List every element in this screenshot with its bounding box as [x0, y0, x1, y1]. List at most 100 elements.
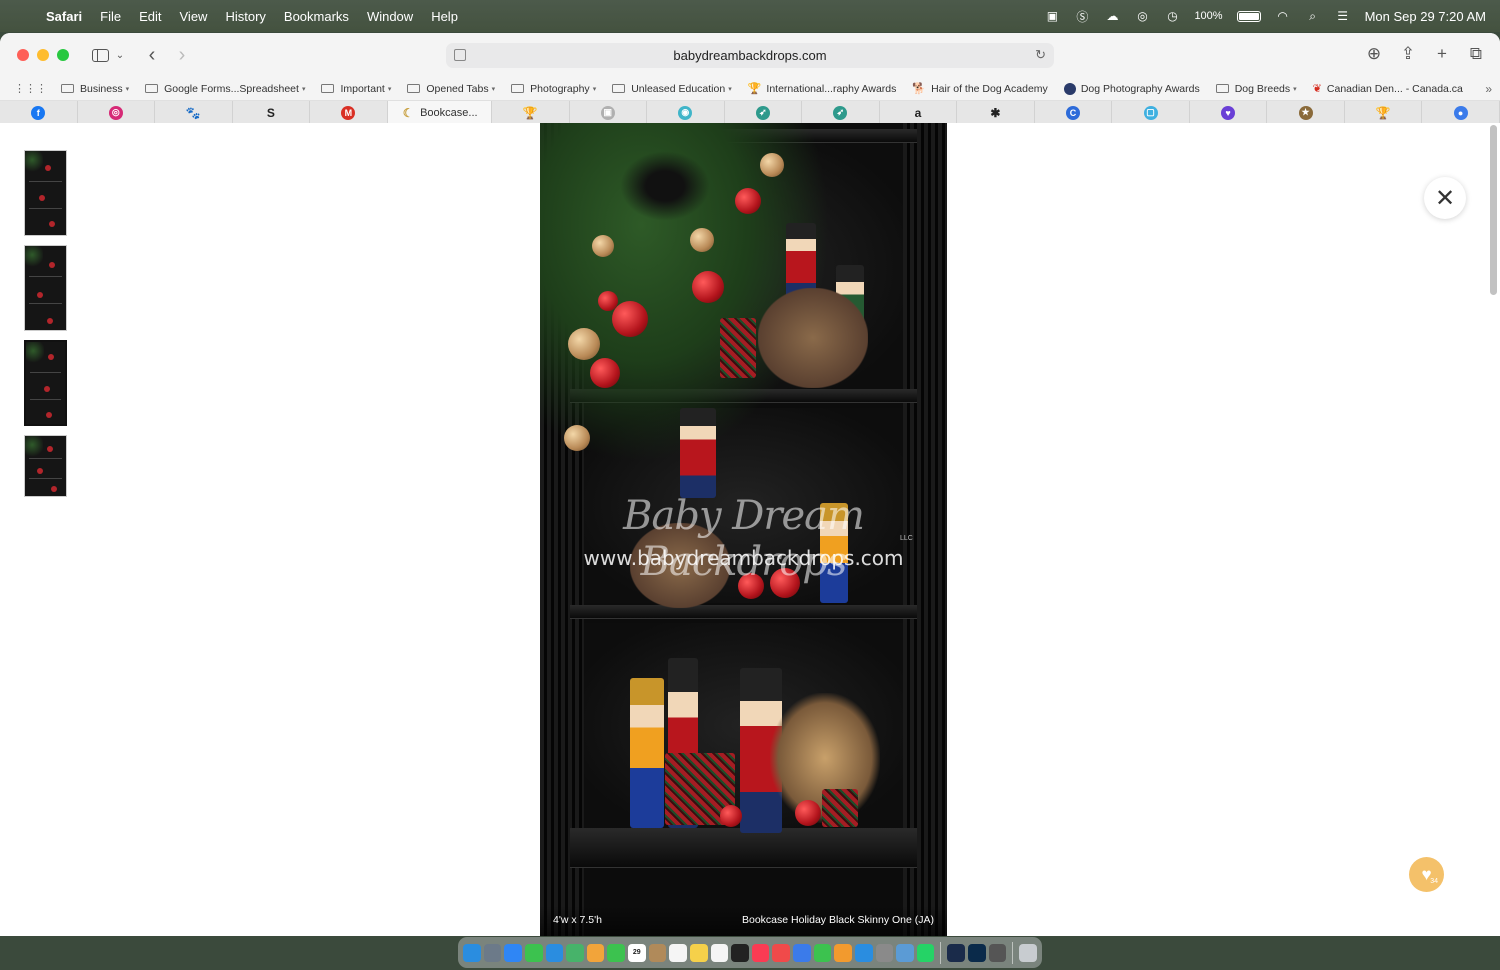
dock-lightroom-classic-icon[interactable] [947, 943, 965, 962]
menu-bookmarks[interactable]: Bookmarks [275, 9, 358, 24]
dock-photoshop-icon[interactable] [967, 943, 986, 962]
dock-calendar-icon[interactable]: 29 [628, 943, 646, 962]
dock-calculator-icon[interactable] [988, 943, 1007, 962]
tab-1[interactable]: f [0, 101, 78, 124]
product-thumbnail-1[interactable] [24, 150, 67, 236]
bookmark-folder-important[interactable]: Important ▾ [321, 83, 391, 95]
tab-group-chevron-down-icon[interactable]: ⌄ [113, 42, 127, 68]
dock-system-settings-icon[interactable] [875, 943, 894, 962]
creative-cloud-icon[interactable]: ☁ [1104, 8, 1120, 24]
dock-app-store-icon[interactable] [854, 943, 873, 962]
dock-news-icon[interactable] [772, 943, 790, 962]
close-window-button[interactable] [17, 49, 29, 61]
menu-history[interactable]: History [216, 9, 274, 24]
product-thumbnail-4[interactable] [24, 435, 67, 497]
tab-11[interactable]: ➶ [802, 101, 880, 124]
bluesky-icon: ● [1453, 105, 1468, 120]
dock-freeform-icon[interactable] [710, 943, 729, 962]
dock-finder-icon[interactable] [463, 943, 481, 962]
menu-help[interactable]: Help [422, 9, 467, 24]
dock-tv-icon[interactable] [731, 943, 749, 962]
page-scrollbar[interactable] [1490, 125, 1497, 295]
product-thumbnail-3-selected[interactable] [23, 339, 68, 427]
time-machine-icon[interactable]: ◷ [1164, 8, 1180, 24]
reload-icon[interactable]: ↻ [1035, 47, 1046, 63]
bookmark-folder-unleased-education[interactable]: Unleased Education ▾ [612, 83, 732, 95]
menu-window[interactable]: Window [358, 9, 422, 24]
menubar-clock[interactable]: Mon Sep 29 7:20 AM [1365, 9, 1486, 24]
bookmark-folder-dog-breeds[interactable]: Dog Breeds ▾ [1215, 83, 1297, 95]
control-center-icon[interactable]: ☰ [1335, 8, 1351, 24]
close-lightbox-button[interactable]: ✕ [1424, 177, 1466, 219]
tab-16[interactable]: ♥ [1190, 101, 1268, 124]
spotlight-search-icon[interactable]: ⌕ [1305, 8, 1321, 24]
sidebar-toggle-button[interactable] [87, 42, 113, 68]
b-app-icon[interactable]: ▣ [1044, 8, 1060, 24]
tab-active[interactable]: ☾ Bookcase... [387, 101, 492, 124]
dock-safari-icon[interactable] [504, 943, 522, 962]
tab-8[interactable]: ▣ [570, 101, 648, 124]
tab-12[interactable]: a [880, 101, 958, 124]
tab-17[interactable]: ★ [1267, 101, 1345, 124]
downloads-button[interactable]: ⊕ [1364, 42, 1384, 66]
wifi-icon[interactable]: ◠ [1275, 8, 1291, 24]
menu-edit[interactable]: Edit [130, 9, 170, 24]
bookmark-hair-of-the-dog[interactable]: 🐕 Hair of the Dog Academy [912, 82, 1047, 96]
dock-photos-icon[interactable] [586, 943, 605, 962]
menu-app-name[interactable]: Safari [46, 9, 91, 24]
dock-pages-icon[interactable] [834, 943, 852, 962]
battery-icon[interactable] [1236, 10, 1261, 22]
tab-2[interactable]: ◎ [78, 101, 156, 124]
tab-15[interactable]: ▢ [1112, 101, 1190, 124]
bookmark-international-awards[interactable]: 🏆 International...raphy Awards [748, 82, 897, 96]
s-app-icon[interactable]: Ⓢ [1074, 8, 1090, 24]
bookmark-canada-ca[interactable]: ❦ Canadian Den... - Canada.ca [1313, 82, 1463, 96]
tab-9[interactable]: ◉ [647, 101, 725, 124]
forward-button[interactable]: › [169, 42, 195, 68]
tab-7[interactable]: 🏆 [492, 101, 570, 124]
dock-preview-icon[interactable] [896, 943, 914, 962]
wishlist-button[interactable]: ♥ 34 [1409, 857, 1444, 892]
tab-4[interactable]: S [233, 101, 311, 124]
bookmark-dog-photography-awards[interactable]: Dog Photography Awards [1063, 82, 1200, 95]
tab-18[interactable]: 🏆 [1345, 101, 1423, 124]
tab-5[interactable]: M [310, 101, 388, 124]
bookmark-folder-business[interactable]: Business ▾ [61, 83, 129, 95]
dock-reminders-icon[interactable] [669, 943, 687, 962]
back-button[interactable]: ‹ [139, 42, 165, 68]
new-tab-button[interactable]: + [1432, 42, 1452, 66]
dock-launchpad-icon[interactable] [483, 943, 502, 962]
dock-maps-icon[interactable] [566, 943, 584, 962]
bookmark-folder-photography[interactable]: Photography ▾ [511, 83, 596, 95]
zoom-window-button[interactable] [57, 49, 69, 61]
share-button[interactable]: ⇪ [1398, 42, 1418, 66]
tab-14[interactable]: C [1035, 101, 1113, 124]
bookmark-folder-opened-tabs[interactable]: Opened Tabs ▾ [407, 83, 495, 95]
dock-numbers-icon[interactable] [813, 943, 832, 962]
dock-facetime-icon[interactable] [607, 943, 625, 962]
tab-3[interactable]: 🐾 [155, 101, 233, 124]
show-all-bookmarks-icon[interactable]: ⋮⋮⋮ [14, 82, 47, 95]
page-menu-icon[interactable] [454, 49, 466, 61]
chevron-down-icon: ▾ [728, 85, 732, 93]
more-bookmarks-chevron-icon[interactable]: » [1485, 82, 1492, 96]
menu-view[interactable]: View [171, 9, 217, 24]
dock-trash-icon[interactable] [1019, 943, 1037, 962]
bookmark-folder-google-forms[interactable]: Google Forms...Spreadsheet ▾ [145, 83, 305, 95]
menu-file[interactable]: File [91, 9, 130, 24]
minimize-window-button[interactable] [37, 49, 49, 61]
address-bar[interactable]: babydreambackdrops.com ↻ [446, 43, 1054, 68]
tab-10[interactable]: ➶ [725, 101, 803, 124]
dock-keynote-icon[interactable] [793, 943, 811, 962]
airdrop-icon[interactable]: ◎ [1134, 8, 1150, 24]
dock-mail-icon[interactable] [545, 943, 564, 962]
tab-19[interactable]: ● [1422, 101, 1500, 124]
tab-13[interactable]: ✱ [957, 101, 1035, 124]
dock-messages-icon[interactable] [524, 943, 543, 962]
dock-notes-icon[interactable] [689, 943, 708, 962]
dock-whatsapp-icon[interactable] [916, 943, 935, 962]
dock-music-icon[interactable] [751, 943, 770, 962]
tab-overview-button[interactable]: ⧉ [1466, 42, 1486, 66]
dock-contacts-icon[interactable] [648, 943, 667, 962]
product-thumbnail-2[interactable] [24, 245, 67, 331]
